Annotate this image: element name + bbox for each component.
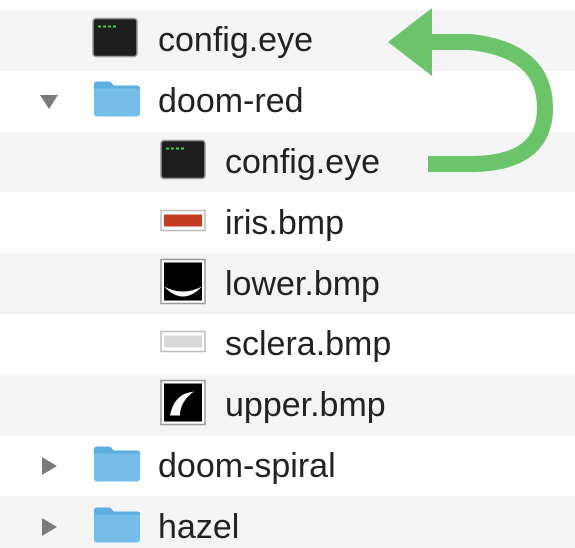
bmp-iris-thumbnail-icon: [160, 209, 206, 236]
folder-icon: [92, 79, 142, 124]
file-name: config.eye: [225, 142, 380, 181]
file-list: config.eye doom-red config.eye iris.bmp …: [0, 10, 575, 548]
disclosure-triangle-collapsed-icon[interactable]: [38, 516, 60, 538]
folder-name: doom-red: [158, 82, 304, 121]
folder-name: hazel: [158, 507, 240, 546]
file-row-iris-bmp[interactable]: iris.bmp: [0, 192, 575, 254]
file-name: sclera.bmp: [225, 325, 392, 364]
disclosure-triangle-expanded-icon[interactable]: [38, 90, 60, 112]
folder-row-doom-spiral[interactable]: doom-spiral: [0, 435, 575, 497]
bmp-upper-eyelid-thumbnail-icon: [160, 379, 206, 431]
terminal-file-icon: [92, 18, 138, 63]
disclosure-triangle-collapsed-icon[interactable]: [38, 455, 60, 477]
file-name: iris.bmp: [225, 203, 345, 242]
folder-icon: [92, 504, 142, 548]
file-row-config-eye-nested[interactable]: config.eye: [0, 131, 575, 193]
folder-row-hazel[interactable]: hazel: [0, 496, 575, 548]
terminal-file-icon: [160, 139, 206, 184]
folder-icon: [92, 443, 142, 488]
file-name: upper.bmp: [225, 386, 386, 425]
file-row-lower-bmp[interactable]: lower.bmp: [0, 253, 575, 314]
folder-row-doom-red[interactable]: doom-red: [0, 70, 575, 132]
folder-name: doom-spiral: [158, 446, 336, 485]
file-row-config-eye-root[interactable]: config.eye: [0, 10, 575, 71]
bmp-sclera-thumbnail-icon: [160, 331, 206, 358]
file-row-sclera-bmp[interactable]: sclera.bmp: [0, 313, 575, 375]
bmp-lower-eyelid-thumbnail-icon: [160, 258, 206, 309]
file-name: lower.bmp: [225, 264, 380, 303]
file-row-upper-bmp[interactable]: upper.bmp: [0, 374, 575, 436]
file-name: config.eye: [158, 21, 313, 60]
